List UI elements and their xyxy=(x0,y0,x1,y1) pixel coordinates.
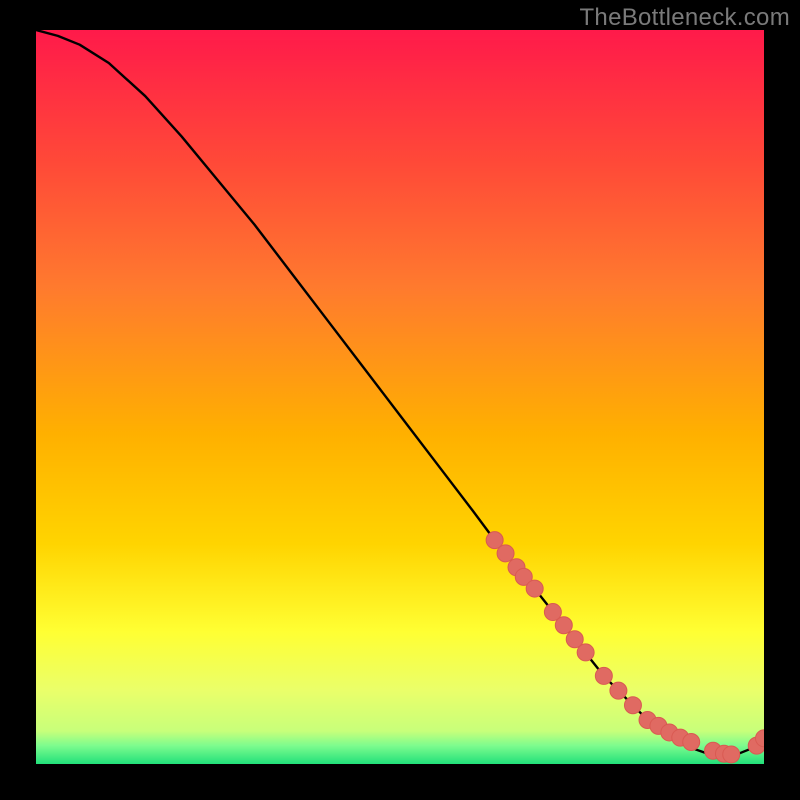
watermark-text: TheBottleneck.com xyxy=(579,4,790,32)
plot-area xyxy=(36,30,764,764)
marker-point xyxy=(683,733,700,750)
marker-point xyxy=(624,697,641,714)
chart-svg xyxy=(36,30,764,764)
gradient-background xyxy=(36,30,764,764)
marker-point xyxy=(595,667,612,684)
marker-point xyxy=(555,617,572,634)
marker-point xyxy=(723,746,740,763)
marker-point xyxy=(610,682,627,699)
chart-frame: TheBottleneck.com xyxy=(0,0,800,800)
marker-point xyxy=(497,545,514,562)
marker-point xyxy=(577,644,594,661)
marker-point xyxy=(526,580,543,597)
